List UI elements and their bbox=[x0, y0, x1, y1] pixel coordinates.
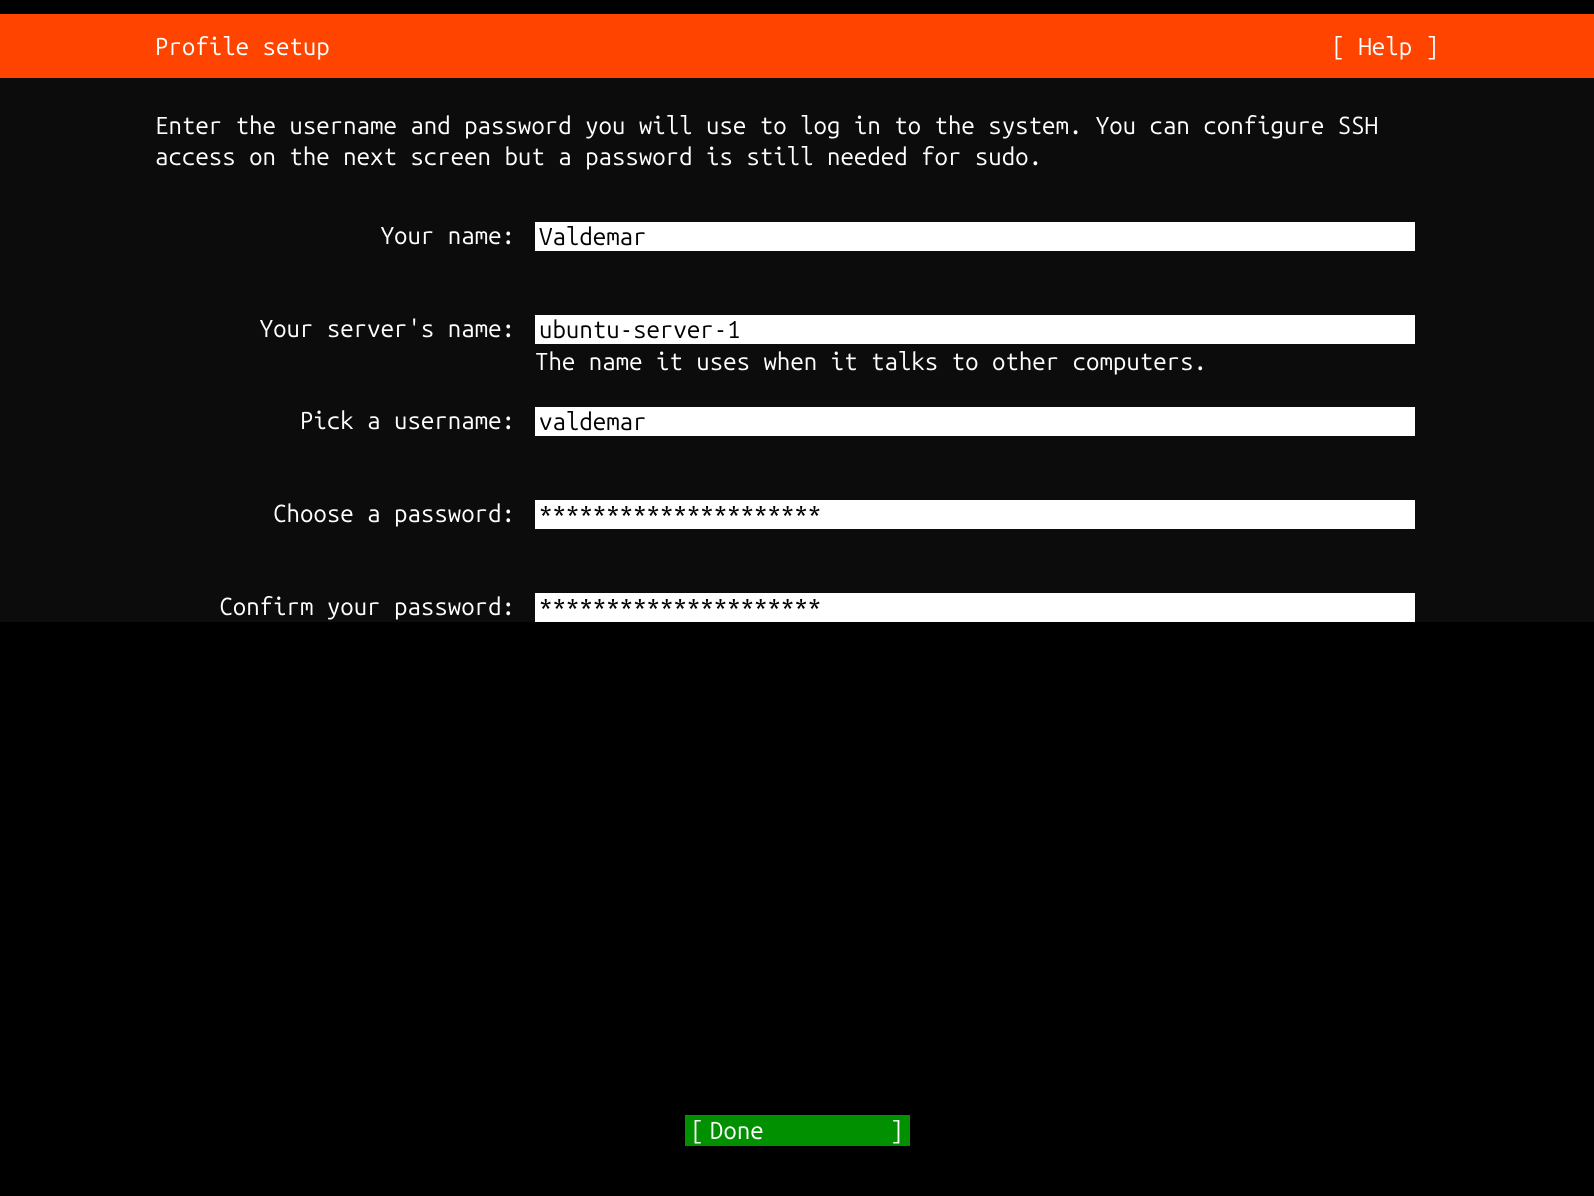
label-server-name: Your server's name: bbox=[155, 315, 535, 342]
done-bracket-close: ] bbox=[890, 1117, 909, 1144]
main-content: Enter the username and password you will… bbox=[0, 78, 1594, 622]
done-button[interactable]: [ Done ] bbox=[685, 1115, 910, 1146]
label-password: Choose a password: bbox=[155, 500, 535, 527]
form-row-password: Choose a password: bbox=[155, 500, 1439, 529]
header-bar: Profile setup [ Help ] bbox=[0, 14, 1594, 78]
page-title: Profile setup bbox=[155, 33, 330, 60]
footer: [ Done ] bbox=[0, 1115, 1594, 1146]
server-name-input[interactable] bbox=[535, 315, 1415, 344]
name-input[interactable] bbox=[535, 222, 1415, 251]
description-text: Enter the username and password you will… bbox=[155, 110, 1395, 172]
label-name: Your name: bbox=[155, 222, 535, 249]
help-button[interactable]: [ Help ] bbox=[1331, 33, 1439, 60]
password-input[interactable] bbox=[535, 500, 1415, 529]
form-row-server-name: Your server's name: The name it uses whe… bbox=[155, 315, 1439, 375]
done-label: Done bbox=[704, 1117, 890, 1144]
form-row-username: Pick a username: bbox=[155, 407, 1439, 436]
top-black-bar bbox=[0, 0, 1594, 14]
form-row-confirm-password: Confirm your password: bbox=[155, 593, 1439, 622]
server-name-hint: The name it uses when it talks to other … bbox=[535, 348, 1415, 375]
confirm-password-input[interactable] bbox=[535, 593, 1415, 622]
form-row-name: Your name: bbox=[155, 222, 1439, 251]
label-username: Pick a username: bbox=[155, 407, 535, 434]
done-bracket-open: [ bbox=[685, 1117, 704, 1144]
username-input[interactable] bbox=[535, 407, 1415, 436]
label-confirm-password: Confirm your password: bbox=[155, 593, 535, 620]
